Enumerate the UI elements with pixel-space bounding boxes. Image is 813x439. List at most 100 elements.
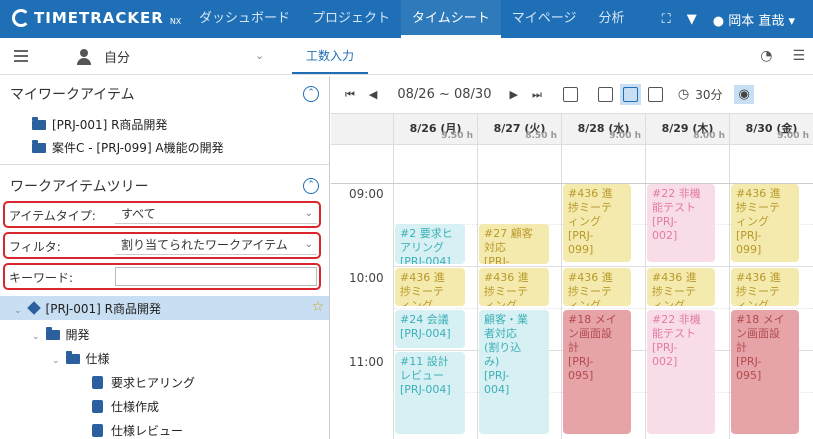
day-header[interactable]: 8/30 (金) 9.00 h (729, 114, 813, 146)
today-button[interactable] (560, 84, 581, 105)
day-view-button[interactable] (595, 84, 616, 105)
nav-dashboard[interactable]: ダッシュボード (188, 0, 301, 38)
tree-node-label: 要求ヒアリング (111, 376, 196, 390)
clock-icon: ◷ (677, 87, 690, 102)
tree-node[interactable]: 仕様作成 (92, 398, 159, 415)
chevron-down-icon[interactable]: ⌄ (255, 49, 264, 62)
time-entry-event[interactable]: #2 要求ヒ アリング [PRJ-004] (395, 224, 465, 264)
nav-timesheet[interactable]: タイムシート (401, 0, 501, 38)
column-line (561, 145, 562, 439)
calendar-7day-icon (647, 87, 663, 102)
tree-node[interactable]: 仕様レビュー (92, 422, 183, 439)
prev-icon[interactable]: ◀ (369, 88, 377, 101)
day-hours: 9.50 h (441, 131, 473, 141)
time-entry-event[interactable]: #436 進 捗ミーテ ィング [PRJ- 099] (731, 184, 799, 262)
time-label: 11:00 (349, 355, 384, 369)
star-icon[interactable]: ☆ (311, 299, 324, 315)
tree-node-label: 仕様作成 (111, 400, 160, 414)
tree-node-selected[interactable]: ⌄ [PRJ-001] R商品開発 ☆ (0, 296, 329, 320)
tree-node-label: [PRJ-001] R商品開発 (45, 302, 161, 316)
logo-text: TIMETRACKER (34, 9, 164, 27)
tree-node-label: 仕様 (85, 352, 110, 366)
user-menu[interactable]: ● 岡本 直哉 ▾ (713, 10, 795, 29)
filter-label: フィルタ: (9, 240, 61, 254)
tree-node[interactable]: 要求ヒアリング (92, 374, 195, 391)
project-cube-icon (26, 301, 41, 315)
day-header[interactable]: 8/29 (木) 8.00 h (645, 114, 729, 146)
time-entry-event[interactable]: #436 進 捗ミーテ ィング (731, 268, 799, 306)
nav-project[interactable]: プロジェクト (301, 0, 401, 38)
pie-chart-icon[interactable]: ◔ (760, 48, 772, 64)
nav-mypage[interactable]: マイページ (501, 0, 588, 38)
time-unit[interactable]: 30分 (695, 86, 722, 103)
week-view-button[interactable] (619, 84, 641, 105)
chevron-down-icon: ⌄ (304, 239, 313, 250)
app-logo[interactable]: TIMETRACKER NX (12, 9, 181, 27)
time-entry-event[interactable]: #24 会議 [PRJ-004] (395, 310, 465, 348)
filter-select[interactable]: 割り当てられたワークアイテム ⌄ (115, 236, 317, 255)
top-navbar: TIMETRACKER NX ダッシュボード プロジェクト タイムシート マイペ… (0, 0, 813, 38)
time-entry-event[interactable]: #436 進 捗ミーテ ィング [PRJ- 099] (563, 184, 631, 262)
week7-view-button[interactable] (645, 84, 666, 105)
tree-node[interactable]: ⌄ 開発 (32, 326, 90, 343)
time-entry-event[interactable]: #436 進 捗ミーテ ィング (563, 268, 631, 306)
next-icon[interactable]: ▶ (509, 88, 517, 101)
item-type-value: すべて (121, 207, 156, 221)
expand-chevron-icon[interactable]: ⌄ (14, 306, 22, 316)
time-entry-event[interactable]: #11 設計 レビュー [PRJ-004] (395, 352, 465, 434)
expand-chevron-icon[interactable]: ⌄ (52, 356, 60, 366)
user-selector[interactable]: 自分 (76, 47, 130, 66)
first-page-icon[interactable]: ⏮ (345, 88, 355, 102)
time-label: 09:00 (349, 187, 384, 201)
list-view-icon[interactable]: ☰ (792, 48, 805, 64)
time-entry-event[interactable]: #27 顧客 対応 [PRJ- (479, 224, 549, 264)
tab-effort-input[interactable]: 工数入力 (292, 38, 369, 74)
tree-node[interactable]: ⌄ 仕様 (52, 350, 110, 367)
my-item[interactable]: 案件C - [PRJ-099] A機能の開発 (32, 139, 224, 156)
user-selector-label: 自分 (104, 51, 131, 66)
time-entry-event[interactable]: 顧客・業 者対応 (割り込 み) [PRJ- 004] (479, 310, 549, 434)
collapse-tree-icon[interactable]: ⌃ (303, 178, 319, 194)
eye-icon[interactable]: ◉ (734, 85, 754, 104)
main-nav: ダッシュボード プロジェクト タイムシート マイページ 分析 (188, 0, 636, 38)
folder-icon (45, 327, 60, 340)
hamburger-menu-icon[interactable] (14, 50, 28, 62)
time-entry-event[interactable]: #436 進 捗ミーテ ィング (479, 268, 549, 306)
chevron-down-icon: ⌄ (304, 208, 313, 219)
time-label: 10:00 (349, 271, 384, 285)
calendar-panel: ⏮ ◀ 08/26 ~ 08/30 ▶ ⏭ ◷ 30分 ◉ 8/26 (月) 9… (331, 76, 813, 439)
time-entry-event[interactable]: #22 非機 能テスト [PRJ- 002] (647, 310, 715, 434)
tree-node-label: 開発 (65, 328, 90, 342)
tree-node-row: ⌄ [PRJ-001] R商品開発 (14, 300, 161, 317)
day-header[interactable]: 8/27 (火) 8.50 h (477, 114, 561, 146)
expand-chevron-icon[interactable]: ⌄ (32, 332, 40, 342)
day-hours: 8.00 h (693, 131, 725, 141)
time-entry-event[interactable]: #436 進 捗ミーテ ィング (647, 268, 715, 306)
column-line (729, 145, 730, 439)
time-entry-event[interactable]: #436 進 捗ミーテ ィング (395, 268, 465, 306)
time-entry-event[interactable]: #18 メイ ン画面設 計 [PRJ- 095] (731, 310, 799, 434)
calendar-toolbar: ⏮ ◀ 08/26 ~ 08/30 ▶ ⏭ ◷ 30分 ◉ (331, 76, 813, 113)
fullscreen-icon[interactable]: ⛶ (662, 12, 671, 27)
filter-row: フィルタ: 割り当てられたワークアイテム ⌄ (3, 232, 321, 259)
my-item[interactable]: [PRJ-001] R商品開発 (32, 116, 167, 133)
item-type-select[interactable]: すべて ⌄ (115, 205, 317, 224)
column-line (477, 145, 478, 439)
item-type-label: アイテムタイプ: (9, 209, 96, 223)
day-header[interactable]: 8/26 (月) 9.50 h (393, 114, 477, 146)
day-header[interactable]: 8/28 (水) 9.00 h (561, 114, 645, 146)
collapse-my-items-icon[interactable]: ⌃ (303, 86, 319, 102)
folder-icon (32, 140, 46, 153)
bell-icon[interactable]: ▼ (687, 12, 697, 27)
keyword-input[interactable] (115, 267, 317, 286)
time-entry-event[interactable]: #18 メイ ン画面設 計 [PRJ- 095] (563, 310, 631, 434)
item-type-filter-row: アイテムタイプ: すべて ⌄ (3, 201, 321, 228)
last-page-icon[interactable]: ⏭ (532, 88, 542, 102)
calendar-icon (562, 87, 578, 102)
day-hours: 9.00 h (609, 131, 641, 141)
day-hours: 8.50 h (525, 131, 557, 141)
logo-sub: NX (169, 16, 182, 26)
account-icon: ● (712, 13, 725, 29)
time-entry-event[interactable]: #22 非機 能テスト [PRJ- 002] (647, 184, 715, 262)
nav-analysis[interactable]: 分析 (588, 0, 636, 38)
